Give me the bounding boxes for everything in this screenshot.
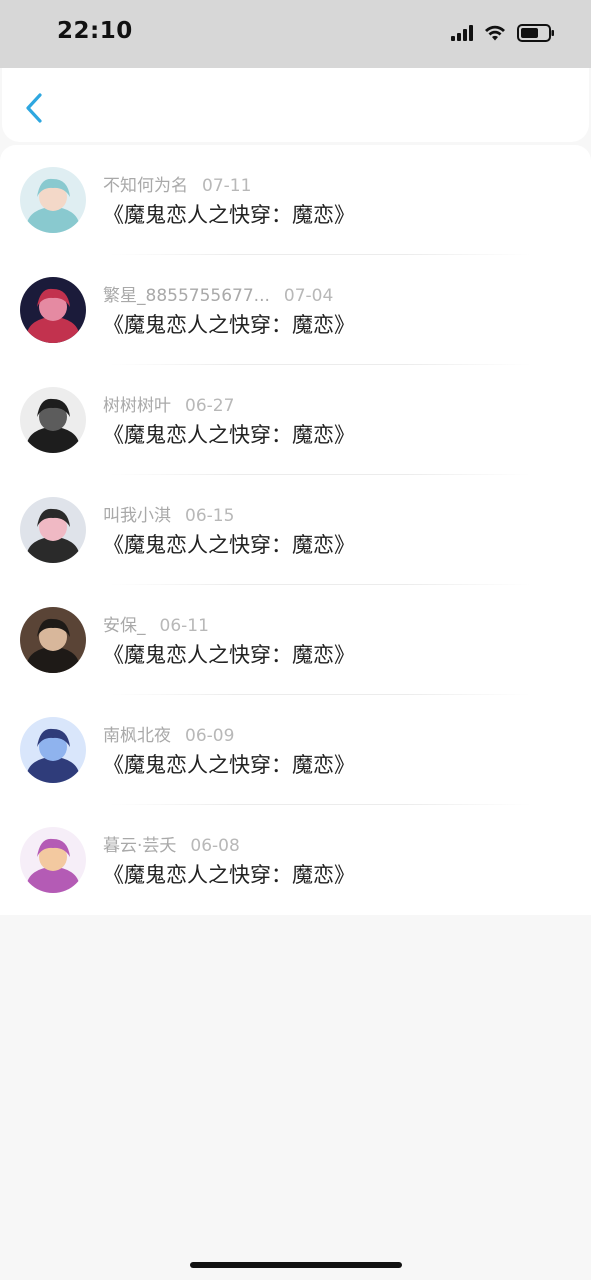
avatar[interactable] — [20, 827, 86, 893]
comment-text: 《魔鬼恋人之快穿：魔恋》 — [103, 313, 355, 337]
cellular-signal-icon — [451, 25, 473, 41]
comment-date: 06-27 — [185, 396, 235, 416]
avatar[interactable] — [20, 607, 86, 673]
comment-date: 06-08 — [190, 836, 240, 856]
comment-meta: 暮云·芸夭 06-08 — [103, 831, 240, 856]
username[interactable]: 南枫北夜 — [103, 726, 171, 746]
comment-meta: 南枫北夜 06-09 — [103, 721, 234, 746]
status-bar: 22:10 — [0, 0, 591, 68]
comment-date: 07-11 — [202, 176, 252, 196]
comment-text: 《魔鬼恋人之快穿：魔恋》 — [103, 863, 355, 887]
username[interactable]: 叫我小淇 — [103, 506, 171, 526]
avatar[interactable] — [20, 387, 86, 453]
status-time: 22:10 — [57, 18, 133, 44]
comment-date: 06-11 — [159, 616, 209, 636]
username[interactable]: 不知何为名 — [103, 176, 188, 196]
list-item[interactable]: 南枫北夜 06-09 《魔鬼恋人之快穿：魔恋》 — [0, 695, 591, 805]
nav-header — [2, 68, 589, 142]
chevron-left-icon — [26, 93, 42, 123]
avatar[interactable] — [20, 277, 86, 343]
list-item[interactable]: 繁星_8855755677... 07-04 《魔鬼恋人之快穿：魔恋》 — [0, 255, 591, 365]
status-icons — [451, 24, 555, 42]
username[interactable]: 暮云·芸夭 — [103, 836, 176, 856]
avatar[interactable] — [20, 497, 86, 563]
avatar[interactable] — [20, 717, 86, 783]
back-button[interactable] — [18, 92, 50, 124]
battery-icon — [517, 24, 554, 42]
comment-text: 《魔鬼恋人之快穿：魔恋》 — [103, 423, 355, 447]
comment-date: 06-09 — [185, 726, 235, 746]
username[interactable]: 树树树叶 — [103, 396, 171, 416]
comment-text: 《魔鬼恋人之快穿：魔恋》 — [103, 533, 355, 557]
comment-text: 《魔鬼恋人之快穿：魔恋》 — [103, 203, 355, 227]
comment-text: 《魔鬼恋人之快穿：魔恋》 — [103, 753, 355, 777]
comment-meta: 不知何为名 07-11 — [103, 171, 251, 196]
comment-date: 07-04 — [283, 286, 334, 306]
comment-text: 《魔鬼恋人之快穿：魔恋》 — [103, 643, 355, 667]
list-item[interactable]: 暮云·芸夭 06-08 《魔鬼恋人之快穿：魔恋》 — [0, 805, 591, 915]
comment-date: 06-15 — [185, 506, 235, 526]
comment-meta: 繁星_8855755677... 07-04 — [103, 281, 333, 306]
comment-list: 不知何为名 07-11 《魔鬼恋人之快穿：魔恋》 繁星_8855755677... 07… — [0, 145, 591, 915]
list-item[interactable]: 树树树叶 06-27 《魔鬼恋人之快穿：魔恋》 — [0, 365, 591, 475]
list-item[interactable]: 叫我小淇 06-15 《魔鬼恋人之快穿：魔恋》 — [0, 475, 591, 585]
home-indicator — [190, 1262, 402, 1268]
list-item[interactable]: 安保_ 06-11 《魔鬼恋人之快穿：魔恋》 — [0, 585, 591, 695]
username[interactable]: 安保_ — [103, 616, 146, 636]
comment-meta: 叫我小淇 06-15 — [103, 501, 234, 526]
username[interactable]: 繁星_8855755677... — [103, 286, 270, 306]
avatar[interactable] — [20, 167, 86, 233]
wifi-icon — [485, 25, 505, 41]
comment-meta: 树树树叶 06-27 — [103, 391, 234, 416]
comment-meta: 安保_ 06-11 — [103, 611, 209, 636]
list-item[interactable]: 不知何为名 07-11 《魔鬼恋人之快穿：魔恋》 — [0, 145, 591, 255]
